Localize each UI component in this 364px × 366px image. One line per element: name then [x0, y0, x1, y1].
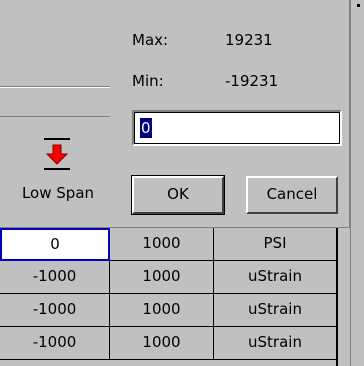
ok-button[interactable]: OK: [131, 175, 225, 215]
strip-mark: [357, 4, 360, 7]
high-span-cell[interactable]: 1000: [110, 294, 214, 327]
max-value: 19231: [225, 31, 273, 49]
low-span-label: Low Span: [21, 184, 95, 202]
low-span-cell[interactable]: 0: [0, 228, 110, 261]
high-span-cell[interactable]: 1000: [110, 228, 214, 261]
background-panel: [0, 0, 110, 118]
high-span-cell[interactable]: 1000: [110, 261, 214, 294]
panel-divider: [0, 86, 110, 88]
table-row: -1000 1000 uStrain: [0, 294, 337, 327]
high-span-cell[interactable]: 1000: [110, 327, 214, 360]
unit-cell[interactable]: uStrain: [214, 261, 337, 294]
low-span-cell[interactable]: -1000: [0, 261, 110, 294]
low-span-button[interactable]: Low Span: [10, 126, 106, 220]
value-entry-dialog: Max: 19231 Min: -19231 0 OK Cancel: [110, 0, 350, 228]
grid-border: [336, 228, 338, 366]
min-value: -19231: [225, 72, 279, 90]
cancel-button[interactable]: Cancel: [246, 176, 338, 214]
unit-cell[interactable]: PSI: [214, 228, 337, 261]
data-grid: 0 1000 PSI -1000 1000 uStrain -1000 1000…: [0, 228, 337, 366]
min-label: Min:: [132, 72, 164, 90]
table-row: -1000 1000 uStrain: [0, 327, 337, 360]
table-row: -1000 1000 uStrain: [0, 261, 337, 294]
low-span-cell[interactable]: -1000: [0, 294, 110, 327]
table-row: 0 1000 PSI: [0, 228, 337, 261]
right-strip: [350, 0, 364, 366]
unit-cell[interactable]: uStrain: [214, 294, 337, 327]
unit-cell[interactable]: uStrain: [214, 327, 337, 360]
value-input-text: 0: [140, 118, 152, 138]
low-span-cell[interactable]: -1000: [0, 327, 110, 360]
low-span-arrow-icon: [42, 136, 72, 172]
max-label: Max:: [132, 31, 169, 49]
value-input[interactable]: 0: [132, 110, 342, 146]
